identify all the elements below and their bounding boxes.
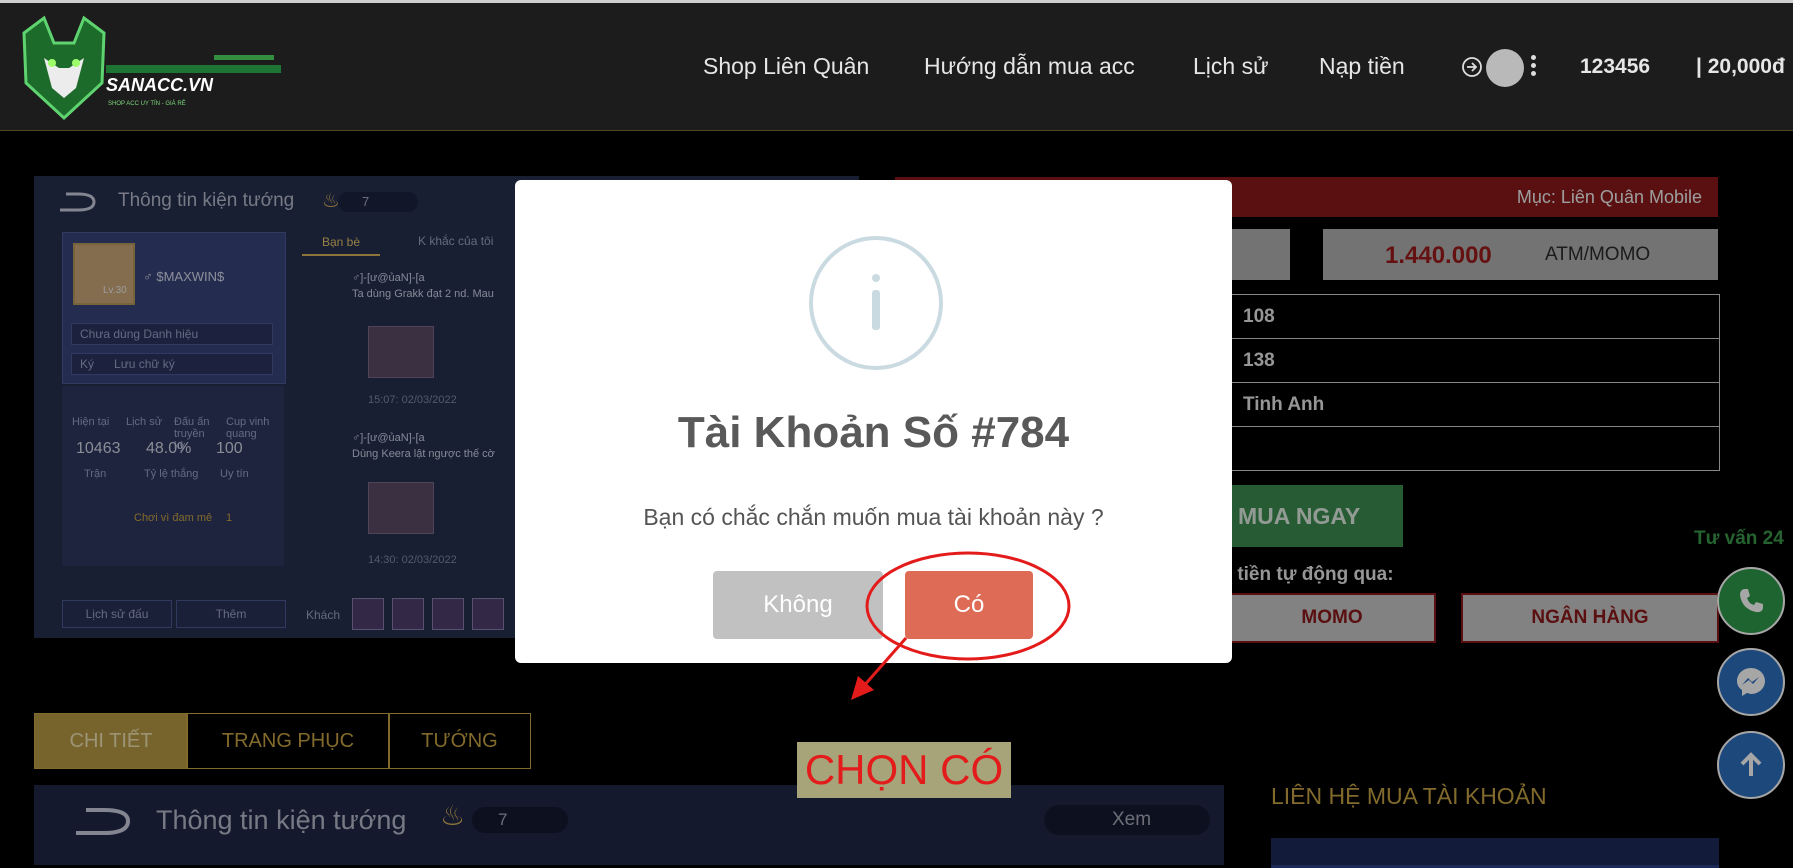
annotation-arrow <box>860 637 908 689</box>
annotation-circle <box>865 551 1071 661</box>
annotation-overlay <box>851 551 1071 700</box>
annotation-label: CHỌN CÓ <box>797 742 1011 798</box>
